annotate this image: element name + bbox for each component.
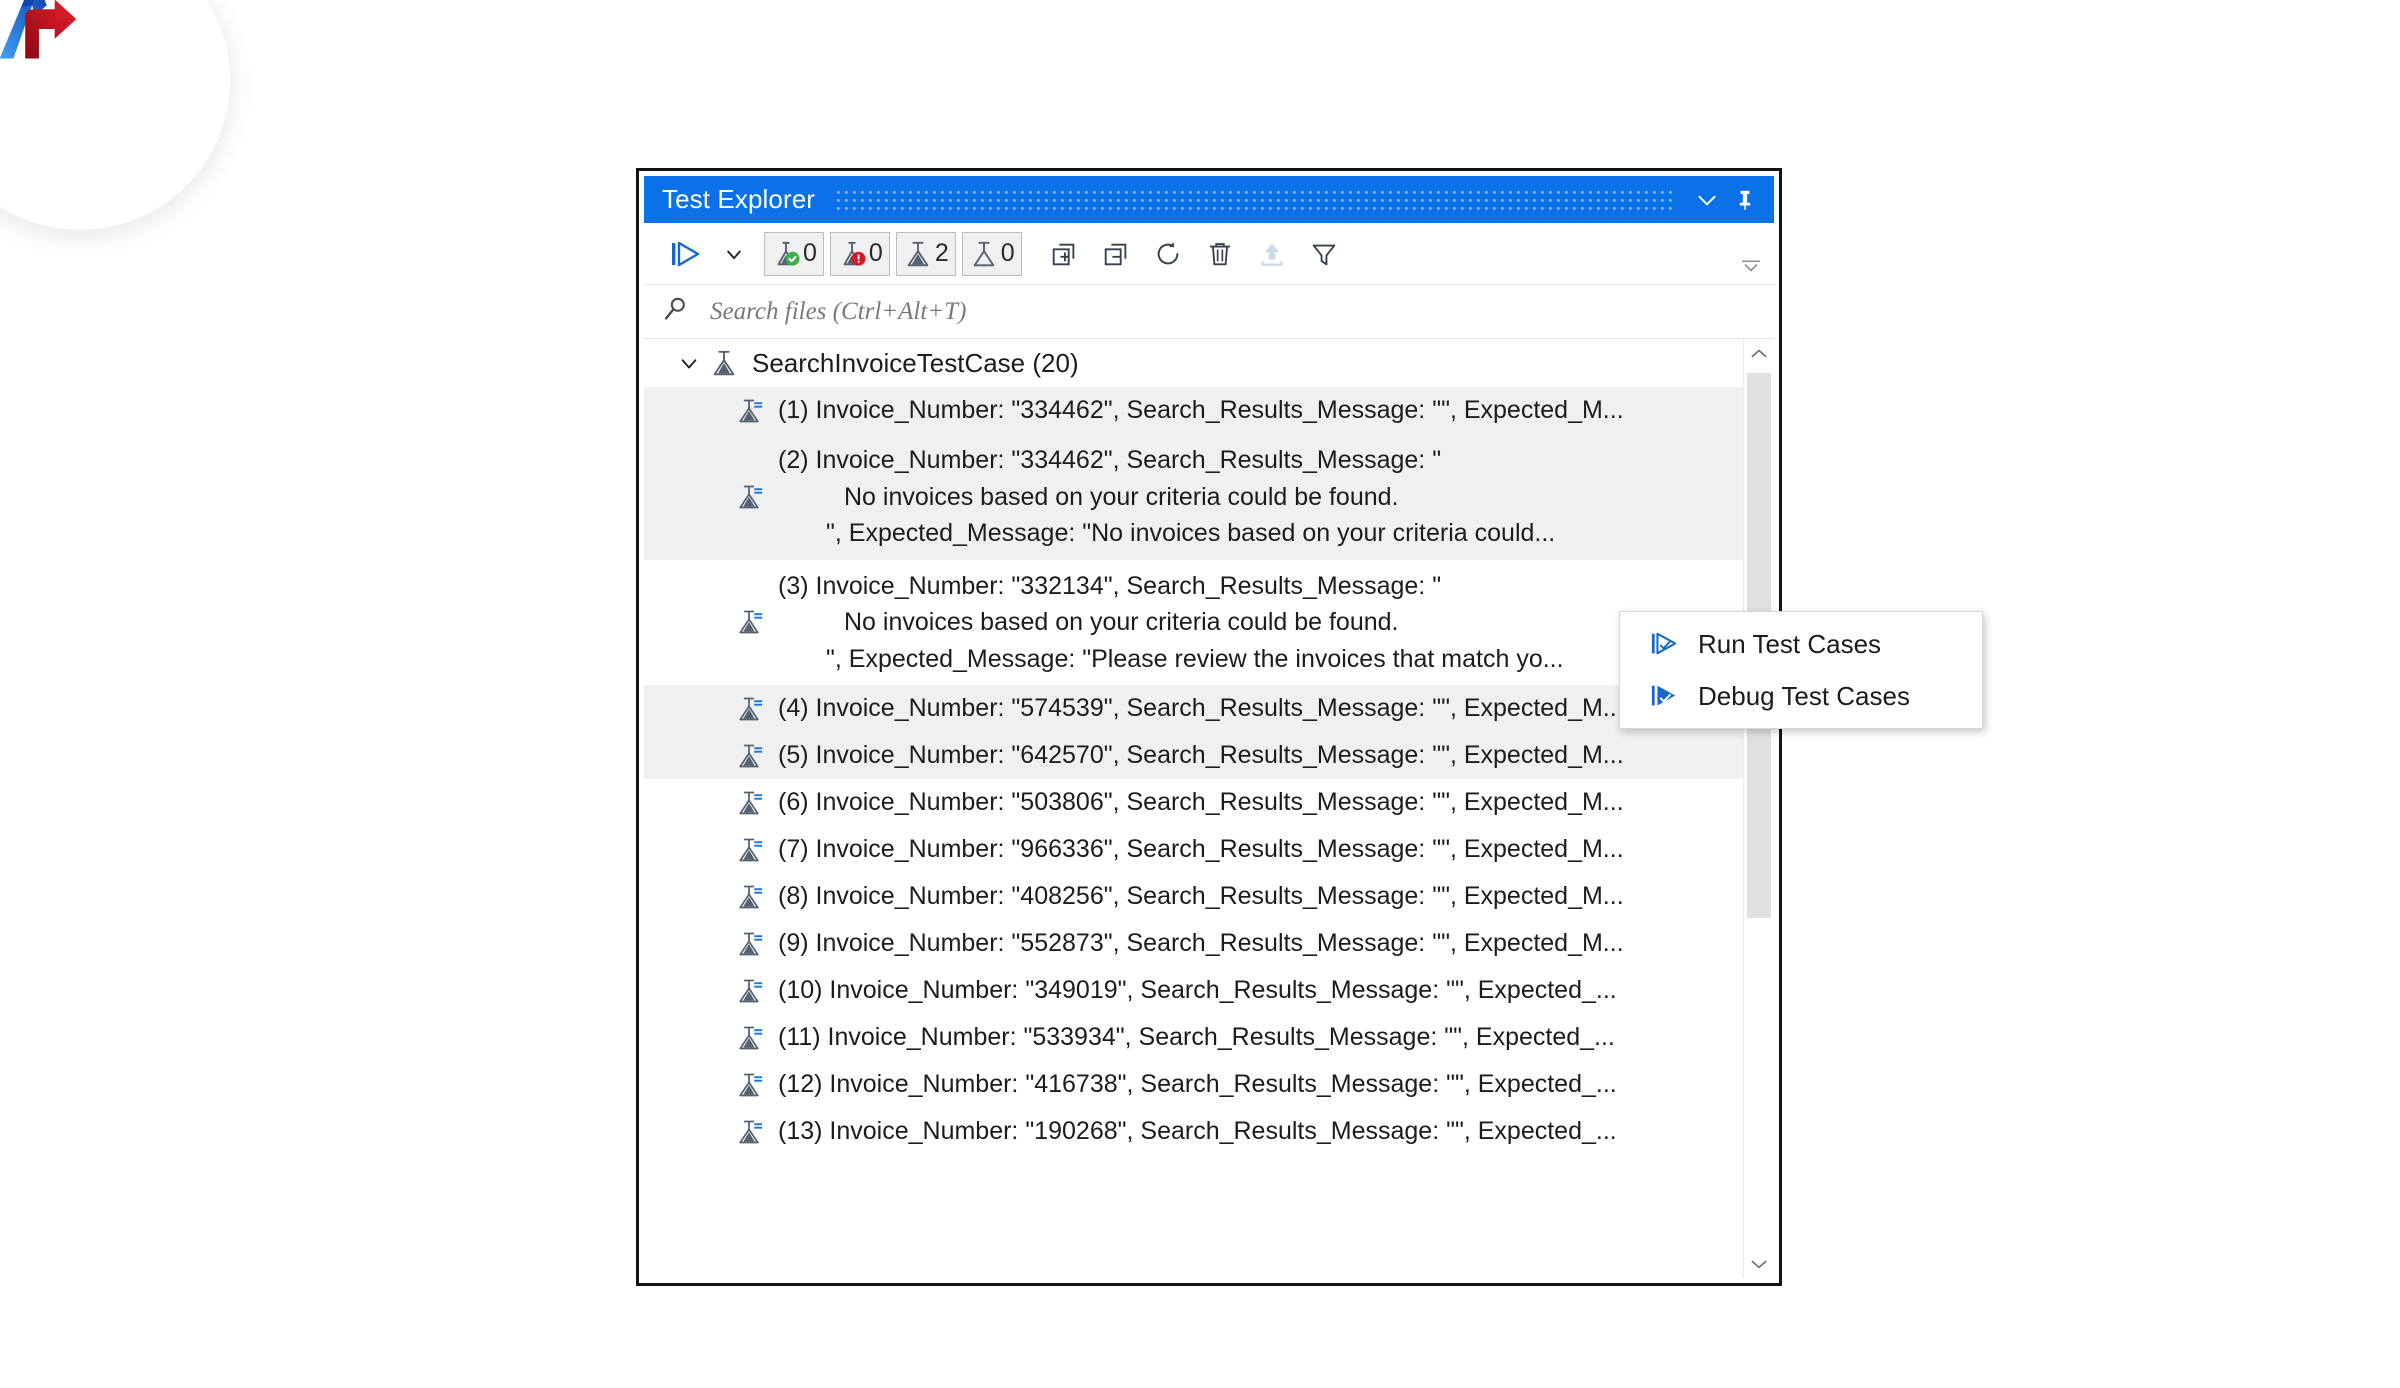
- test-group-label: SearchInvoiceTestCase (20): [752, 347, 1079, 378]
- chevron-down-icon[interactable]: [1688, 181, 1726, 219]
- test-case-label: (1) Invoice_Number: "334462", Search_Res…: [778, 396, 1624, 425]
- test-case-label: (13) Invoice_Number: "190268", Search_Re…: [778, 1117, 1617, 1146]
- test-case-row-13[interactable]: (13) Invoice_Number: "190268", Search_Re…: [644, 1108, 1743, 1155]
- search-bar: [644, 285, 1774, 339]
- flask-notrun-icon: [732, 789, 766, 817]
- test-case-label: (7) Invoice_Number: "966336", Search_Res…: [778, 835, 1624, 864]
- window-title-bar: Test Explorer: [644, 176, 1774, 223]
- test-case-label: (2) Invoice_Number: "334462", Search_Res…: [778, 442, 1555, 552]
- test-case-row-10[interactable]: (10) Invoice_Number: "349019", Search_Re…: [644, 967, 1743, 1014]
- test-case-label: (3) Invoice_Number: "332134", Search_Res…: [778, 568, 1564, 678]
- flask-notrun-icon: [732, 1118, 766, 1146]
- test-case-row-1[interactable]: (1) Invoice_Number: "334462", Search_Res…: [644, 387, 1743, 434]
- test-case-row-7[interactable]: (7) Invoice_Number: "966336", Search_Res…: [644, 826, 1743, 873]
- collapse-all-icon[interactable]: [1090, 232, 1142, 276]
- passed-tests-value: 0: [803, 239, 817, 267]
- vertical-scrollbar[interactable]: [1743, 339, 1774, 1278]
- trash-icon[interactable]: [1194, 232, 1246, 276]
- chevron-down-icon[interactable]: [674, 352, 704, 374]
- failed-tests-count[interactable]: 0: [829, 231, 890, 276]
- test-case-line: ", Expected_Message: "No invoices based …: [826, 519, 1556, 547]
- test-case-row-2[interactable]: (2) Invoice_Number: "334462", Search_Res…: [644, 434, 1743, 560]
- toolbar-overflow-icon[interactable]: [1740, 257, 1762, 278]
- test-case-line: (3) Invoice_Number: "332134", Search_Res…: [778, 571, 1442, 600]
- test-case-label: (10) Invoice_Number: "349019", Search_Re…: [778, 976, 1617, 1005]
- test-explorer-window: Test Explorer 0 0 2 0 Search files (Ctrl…: [636, 168, 1983, 1286]
- flask-notrun-icon: [732, 1024, 766, 1052]
- test-case-row-11[interactable]: (11) Invoice_Number: "533934", Search_Re…: [644, 1014, 1743, 1061]
- debug-test-cases-menu-item[interactable]: Debug Test Cases: [1620, 670, 1982, 722]
- flask-icon: [704, 348, 744, 378]
- skipped-tests-count[interactable]: 0: [961, 231, 1022, 276]
- flask-notrun-icon: [732, 977, 766, 1005]
- not-run-tests-count[interactable]: 2: [895, 231, 956, 276]
- pin-icon[interactable]: [1726, 181, 1764, 219]
- debug-filled-icon: [1642, 682, 1686, 710]
- test-case-row-12[interactable]: (12) Invoice_Number: "416738", Search_Re…: [644, 1061, 1743, 1108]
- test-case-label: (6) Invoice_Number: "503806", Search_Res…: [778, 788, 1624, 817]
- test-case-label: (8) Invoice_Number: "408256", Search_Res…: [778, 882, 1624, 911]
- test-case-line: ", Expected_Message: "Please review the …: [826, 644, 1564, 673]
- failed-tests-value: 0: [868, 239, 883, 267]
- refresh-icon[interactable]: [1142, 232, 1194, 276]
- chevron-up-icon[interactable]: [1744, 339, 1774, 367]
- not-run-tests-value: 2: [934, 239, 949, 267]
- upload-icon[interactable]: [1246, 232, 1298, 276]
- search-icon: [660, 294, 690, 329]
- chevron-down-icon[interactable]: [1744, 1250, 1774, 1278]
- funnel-filter-icon[interactable]: [1298, 232, 1350, 276]
- brand-logo-circle: [0, 0, 230, 230]
- test-tree: SearchInvoiceTestCase (20) (1) Invoice_N…: [644, 339, 1743, 1278]
- run-test-cases-menu-item[interactable]: Run Test Cases: [1620, 618, 1982, 670]
- page-title: Test Explorer: [662, 184, 816, 214]
- test-case-label: (12) Invoice_Number: "416738", Search_Re…: [778, 1070, 1617, 1099]
- title-bar-drag-grip[interactable]: [837, 188, 1672, 211]
- test-case-line: (2) Invoice_Number: "334462", Search_Res…: [778, 446, 1442, 474]
- test-case-row-4[interactable]: (4) Invoice_Number: "574539", Search_Res…: [644, 685, 1743, 732]
- flask-notrun-icon: [732, 930, 766, 958]
- flask-notrun-icon: [732, 608, 766, 636]
- expand-all-icon[interactable]: [1038, 232, 1090, 276]
- run-test-cases-label: Run Test Cases: [1698, 628, 1882, 659]
- flask-notrun-icon: [732, 742, 766, 770]
- accelq-logo: [0, 0, 96, 86]
- scrollbar-track[interactable]: [1744, 367, 1774, 1250]
- test-case-label: (11) Invoice_Number: "533934", Search_Re…: [778, 1023, 1615, 1052]
- context-menu: Run Test Cases Debug Test Cases: [1619, 611, 1983, 729]
- test-case-label: (4) Invoice_Number: "574539", Search_Res…: [778, 694, 1624, 723]
- run-options-chevron-down-icon[interactable]: [714, 232, 754, 276]
- test-case-line: No invoices based on your criteria could…: [844, 608, 1399, 636]
- run-outline-icon: [1642, 630, 1686, 658]
- flask-notrun-icon: [732, 695, 766, 723]
- search-input[interactable]: [708, 296, 1312, 327]
- screenshot-root: Test Explorer 0 0 2 0 Search files (Ctrl…: [0, 0, 2400, 1388]
- skipped-tests-value: 0: [1000, 239, 1015, 267]
- debug-test-cases-label: Debug Test Cases: [1698, 680, 1910, 711]
- test-case-label: (9) Invoice_Number: "552873", Search_Res…: [778, 929, 1624, 958]
- test-case-line: No invoices based on your criteria could…: [844, 482, 1399, 511]
- test-group-row[interactable]: SearchInvoiceTestCase (20): [644, 339, 1743, 387]
- test-rows-container: (1) Invoice_Number: "334462", Search_Res…: [644, 387, 1743, 1155]
- flask-notrun-icon: [732, 1071, 766, 1099]
- flask-notrun-icon: [732, 397, 766, 425]
- flask-notrun-icon: [732, 483, 766, 511]
- run-all-tests-icon[interactable]: [658, 232, 714, 276]
- test-case-row-9[interactable]: (9) Invoice_Number: "552873", Search_Res…: [644, 920, 1743, 967]
- passed-tests-count[interactable]: 0: [764, 231, 824, 276]
- test-case-row-8[interactable]: (8) Invoice_Number: "408256", Search_Res…: [644, 873, 1743, 920]
- test-explorer-toolbar: 0 0 2 0: [644, 223, 1774, 285]
- test-case-row-5[interactable]: (5) Invoice_Number: "642570", Search_Res…: [644, 732, 1743, 779]
- flask-notrun-icon: [732, 883, 766, 911]
- test-case-row-3[interactable]: (3) Invoice_Number: "332134", Search_Res…: [644, 560, 1743, 686]
- flask-notrun-icon: [732, 836, 766, 864]
- test-case-label: (5) Invoice_Number: "642570", Search_Res…: [778, 741, 1624, 770]
- test-case-row-6[interactable]: (6) Invoice_Number: "503806", Search_Res…: [644, 779, 1743, 826]
